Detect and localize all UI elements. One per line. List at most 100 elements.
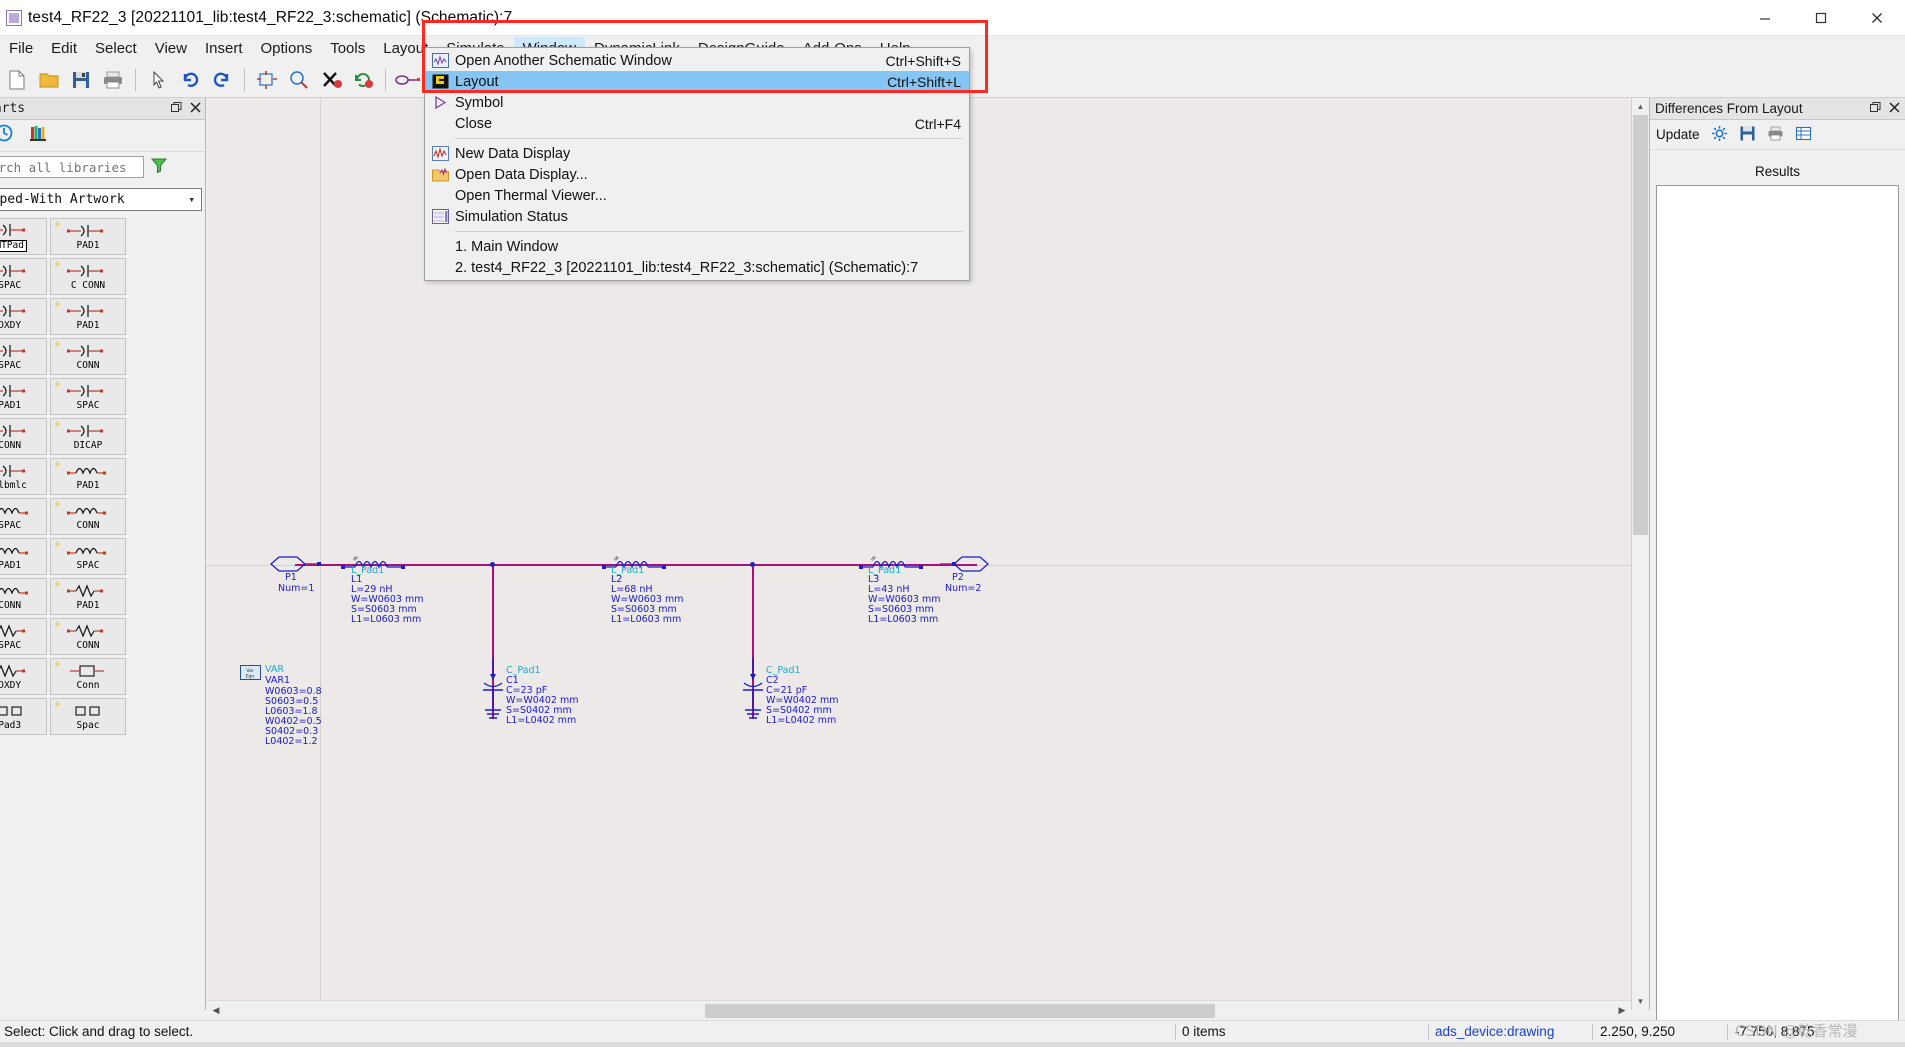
port-icon[interactable] <box>393 65 423 95</box>
library-books-icon[interactable] <box>28 123 48 148</box>
part-item-conn[interactable]: ✳ CONN <box>50 338 126 375</box>
scroll-right-icon[interactable]: ▶ <box>1613 1002 1631 1020</box>
menu-item-label: Close <box>455 115 493 132</box>
canvas-vertical-scrollbar[interactable]: ▲ ▼ <box>1631 98 1649 1010</box>
delete-component-icon[interactable] <box>316 65 346 95</box>
hscroll-thumb[interactable] <box>705 1003 1215 1018</box>
differences-panel-title: Differences From Layout <box>1655 101 1803 116</box>
part-item-spac[interactable]: ✳ SPAC <box>50 538 126 575</box>
part-symbol-icon <box>66 463 110 480</box>
search-input[interactable] <box>0 156 144 178</box>
part-item-spac[interactable]: SPAC <box>0 338 48 375</box>
window-menu-item-2-test4-rf22-3-20221101-lib-test4-rf22-3-schematic-schematic-7[interactable]: 2. test4_RF22_3 [20221101_lib:test4_RF22… <box>425 257 969 278</box>
menu-item-label: Layout <box>455 73 499 90</box>
window-menu-item-symbol[interactable]: Symbol <box>425 92 969 113</box>
part-item-dxdy[interactable]: DXDY <box>0 658 48 695</box>
library-select[interactable]: Lumped-With Artwork ▾ <box>0 188 202 211</box>
close-icon[interactable] <box>190 101 201 116</box>
part-item-pad3[interactable]: Pad3 <box>0 698 48 735</box>
vscroll-thumb[interactable] <box>1633 115 1648 535</box>
part-item-pad1[interactable]: ✳ PAD1 <box>50 458 126 495</box>
part-item-pad1[interactable]: PAD1 <box>0 538 48 575</box>
capacitor-c1-symbol <box>483 658 503 719</box>
toolbar-separator <box>244 68 245 91</box>
menu-item-label: New Data Display <box>455 145 571 162</box>
part-item-conn[interactable]: ✳ CONN <box>50 618 126 655</box>
capacitor-c1-len: L1=L0402 mm <box>506 715 577 726</box>
undo-icon[interactable] <box>175 65 205 95</box>
window-menu-item-open-data-display[interactable]: Open Data Display... <box>425 164 969 185</box>
menu-item-shortcut: Ctrl+Shift+S <box>885 52 961 69</box>
open-folder-icon[interactable] <box>34 65 64 95</box>
parts-panel-toolrow <box>0 120 205 152</box>
part-item-conn[interactable]: ✳ Conn <box>50 658 126 695</box>
window-menu-item-open-another-schematic-window[interactable]: Open Another Schematic Window Ctrl+Shift+… <box>425 50 969 71</box>
part-item-mtpad[interactable]: MTPad <box>0 218 48 255</box>
restore-icon[interactable] <box>1870 101 1881 116</box>
redo-icon[interactable] <box>207 65 237 95</box>
menu-item-view[interactable]: View <box>146 37 196 61</box>
part-label: SPAC <box>0 639 22 651</box>
menu-separator <box>455 231 963 232</box>
window-menu-item-simulation-status[interactable]: Simulation Status <box>425 206 969 227</box>
part-label: DXDY <box>0 319 22 331</box>
window-menu-item-open-thermal-viewer[interactable]: Open Thermal Viewer... <box>425 185 969 206</box>
save-icon[interactable] <box>1739 125 1756 145</box>
part-item-dicap[interactable]: ✳ DICAP <box>50 418 126 455</box>
new-document-icon[interactable] <box>2 65 32 95</box>
canvas-horizontal-scrollbar[interactable]: ◀ ▶ <box>207 1000 1631 1020</box>
print-icon[interactable] <box>1767 125 1784 145</box>
part-item-conn[interactable]: CONN <box>0 578 48 615</box>
print-icon[interactable] <box>98 65 128 95</box>
select-arrow-icon[interactable] <box>143 65 173 95</box>
menu-item-file[interactable]: File <box>0 37 42 61</box>
part-item-spac[interactable]: ✳ SPAC <box>50 378 126 415</box>
minimize-icon[interactable] <box>1737 0 1793 36</box>
part-item-pad1[interactable]: ✳ PAD1 <box>50 578 126 615</box>
artwork-spark-icon: ✳ <box>54 340 62 349</box>
part-item-pad1[interactable]: PAD1 <box>0 378 48 415</box>
restore-icon[interactable] <box>171 101 182 116</box>
part-item-ilbmlc[interactable]: ilbmlc <box>0 458 48 495</box>
part-item-conn[interactable]: CONN <box>0 418 48 455</box>
update-button[interactable]: Update <box>1656 127 1700 142</box>
results-list[interactable] <box>1656 185 1899 1023</box>
scroll-left-icon[interactable]: ◀ <box>207 1002 225 1020</box>
scroll-down-icon[interactable]: ▼ <box>1632 993 1649 1010</box>
zoom-fit-icon[interactable] <box>252 65 282 95</box>
artwork-spark-icon: ✳ <box>54 620 62 629</box>
part-item-spac[interactable]: ✳ Spac <box>50 698 126 735</box>
menu-item-edit[interactable]: Edit <box>42 37 86 61</box>
part-item-c-conn[interactable]: ✳ C CONN <box>50 258 126 295</box>
menu-item-options[interactable]: Options <box>252 37 322 61</box>
part-symbol-icon <box>66 503 110 520</box>
part-item-pad1[interactable]: ✳ PAD1 <box>50 298 126 335</box>
menu-item-select[interactable]: Select <box>86 37 146 61</box>
part-item-spac[interactable]: SPAC <box>0 618 48 655</box>
window-menu-dropdown: Open Another Schematic Window Ctrl+Shift+… <box>424 47 970 281</box>
part-item-spac[interactable]: SPAC <box>0 498 48 535</box>
history-clock-icon[interactable] <box>0 123 14 148</box>
window-menu-item-close[interactable]: Close Ctrl+F4 <box>425 113 969 134</box>
close-icon[interactable] <box>1849 0 1905 36</box>
filter-funnel-icon[interactable] <box>150 156 168 179</box>
part-item-dxdy[interactable]: DXDY <box>0 298 48 335</box>
table-icon[interactable] <box>1795 125 1812 145</box>
window-menu-item-1-main-window[interactable]: 1. Main Window <box>425 236 969 257</box>
scroll-up-icon[interactable]: ▲ <box>1632 98 1649 115</box>
window-menu-item-new-data-display[interactable]: New Data Display <box>425 143 969 164</box>
menu-item-insert[interactable]: Insert <box>196 37 252 61</box>
save-icon[interactable] <box>66 65 96 95</box>
maximize-icon[interactable] <box>1793 0 1849 36</box>
part-item-pad1[interactable]: ✳ PAD1 <box>50 218 126 255</box>
part-item-spac[interactable]: SPAC <box>0 258 48 295</box>
close-icon[interactable] <box>1889 101 1900 116</box>
menu-item-tools[interactable]: Tools <box>321 37 374 61</box>
refresh-icon[interactable] <box>348 65 378 95</box>
part-item-conn[interactable]: ✳ CONN <box>50 498 126 535</box>
gear-icon[interactable] <box>1711 125 1728 145</box>
zoom-in-area-icon[interactable] <box>284 65 314 95</box>
artwork-spark-icon: ✳ <box>54 580 62 589</box>
window-menu-item-layout[interactable]: Layout Ctrl+Shift+L <box>425 71 969 92</box>
hscroll-track[interactable] <box>225 1002 1613 1020</box>
